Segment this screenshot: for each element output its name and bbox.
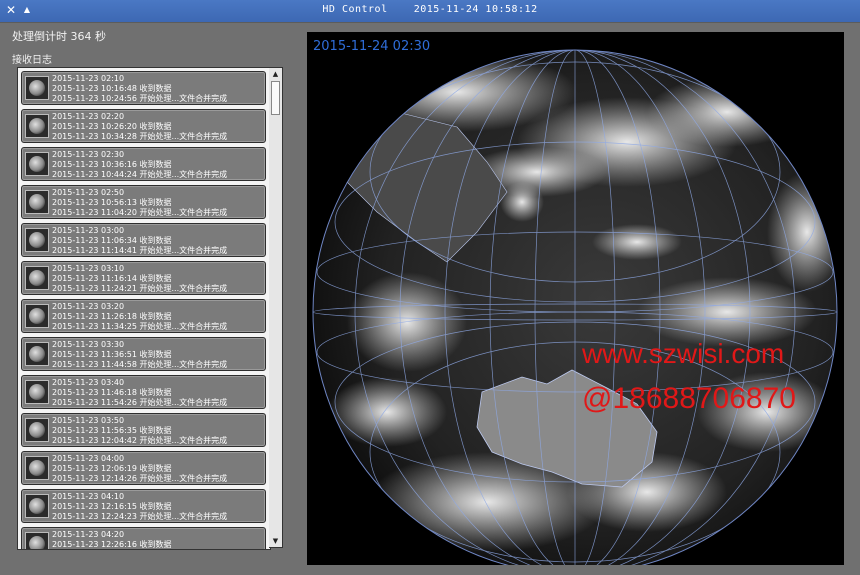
- satellite-thumbnail-icon: [25, 114, 49, 138]
- log-item-processed: 2015-11-23 11:04:20 开始处理...文件合并完成: [52, 208, 228, 217]
- scroll-thumb[interactable]: [271, 81, 280, 115]
- log-item-processed: 2015-11-23 10:44:24 开始处理...文件合并完成: [52, 170, 228, 179]
- image-timestamp: 2015-11-24 02:30: [313, 39, 431, 54]
- log-scrollbar[interactable]: ▲ ▼: [269, 67, 283, 548]
- processing-countdown: 处理倒计时 364 秒: [12, 30, 106, 43]
- window-title-area: HD Control 2015-11-24 10:58:12: [0, 4, 860, 15]
- scroll-up-arrow-icon[interactable]: ▲: [269, 68, 282, 80]
- log-item-processed: 2015-11-23 10:24:56 开始处理...文件合并完成: [52, 94, 228, 103]
- satellite-thumbnail-icon: [25, 190, 49, 214]
- title-bar: ✕ ▲ HD Control 2015-11-24 10:58:12: [0, 0, 860, 22]
- log-item-processed: 2015-11-23 11:14:41 开始处理...文件合并完成: [52, 246, 228, 255]
- log-list-item[interactable]: 2015-11-23 03:40 2015-11-23 11:46:18 收到数据…: [21, 375, 266, 409]
- watermark-url: www.szwisi.com: [582, 338, 785, 369]
- satellite-thumbnail-icon: [25, 342, 49, 366]
- log-item-processed: 2015-11-23 10:34:28 开始处理...文件合并完成: [52, 132, 228, 141]
- log-item-received: 2015-11-23 10:16:48 收到数据: [52, 84, 172, 93]
- log-item-processed: 2015-11-23 12:04:42 开始处理...文件合并完成: [52, 436, 228, 445]
- log-item-received: 2015-11-23 10:36:16 收到数据: [52, 160, 172, 169]
- log-list-item[interactable]: 2015-11-23 03:20 2015-11-23 11:26:18 收到数据…: [21, 299, 266, 333]
- log-item-processed: 2015-11-23 12:24:23 开始处理...文件合并完成: [52, 512, 228, 521]
- log-item-received: 2015-11-23 11:46:18 收到数据: [52, 388, 172, 397]
- receive-log-list[interactable]: 2015-11-23 02:10 2015-11-23 10:16:48 收到数据…: [17, 67, 271, 550]
- log-item-processed: 2015-11-23 12:14:26 开始处理...文件合并完成: [52, 474, 228, 483]
- log-item-time: 2015-11-23 04:20: [52, 530, 125, 539]
- log-item-received: 2015-11-23 11:56:35 收到数据: [52, 426, 172, 435]
- log-list-item[interactable]: 2015-11-23 02:30 2015-11-23 10:36:16 收到数据…: [21, 147, 266, 181]
- log-item-processed: 2015-11-23 11:24:21 开始处理...文件合并完成: [52, 284, 228, 293]
- watermark-phone: @18688706870: [582, 382, 796, 415]
- satellite-thumbnail-icon: [25, 532, 49, 549]
- log-item-received: 2015-11-23 12:16:15 收到数据: [52, 502, 172, 511]
- log-item-received: 2015-11-23 11:26:18 收到数据: [52, 312, 172, 321]
- log-item-processed: 2015-11-23 11:44:58 开始处理...文件合并完成: [52, 360, 228, 369]
- satellite-thumbnail-icon: [25, 380, 49, 404]
- log-item-time: 2015-11-23 02:30: [52, 150, 125, 159]
- log-item-time: 2015-11-23 03:10: [52, 264, 125, 273]
- log-item-time: 2015-11-23 02:50: [52, 188, 125, 197]
- satellite-thumbnail-icon: [25, 266, 49, 290]
- satellite-thumbnail-icon: [25, 228, 49, 252]
- log-list-item[interactable]: 2015-11-23 03:30 2015-11-23 11:36:51 收到数据…: [21, 337, 266, 371]
- log-item-time: 2015-11-23 03:40: [52, 378, 125, 387]
- window-clock: 2015-11-24 10:58:12: [413, 4, 538, 15]
- satellite-thumbnail-icon: [25, 152, 49, 176]
- log-item-time: 2015-11-23 03:30: [52, 340, 125, 349]
- log-list-item[interactable]: 2015-11-23 02:20 2015-11-23 10:26:20 收到数据…: [21, 109, 266, 143]
- receive-log-label: 接收日志: [12, 55, 52, 66]
- log-item-received: 2015-11-23 10:56:13 收到数据: [52, 198, 172, 207]
- log-item-time: 2015-11-23 04:00: [52, 454, 125, 463]
- log-item-processed: 2015-11-23 11:54:26 开始处理...文件合并完成: [52, 398, 228, 407]
- log-item-time: 2015-11-23 03:20: [52, 302, 125, 311]
- log-list-item[interactable]: 2015-11-23 04:10 2015-11-23 12:16:15 收到数据…: [21, 489, 266, 523]
- window-title: HD Control: [322, 4, 388, 15]
- log-item-time: 2015-11-23 02:10: [52, 74, 125, 83]
- log-list-item[interactable]: 2015-11-23 02:50 2015-11-23 10:56:13 收到数据…: [21, 185, 266, 219]
- log-item-processed: 2015-11-23 11:34:25 开始处理...文件合并完成: [52, 322, 228, 331]
- satellite-thumbnail-icon: [25, 304, 49, 328]
- log-item-received: 2015-11-23 11:16:14 收到数据: [52, 274, 172, 283]
- satellite-thumbnail-icon: [25, 76, 49, 100]
- log-list-item[interactable]: 2015-11-23 03:50 2015-11-23 11:56:35 收到数据…: [21, 413, 266, 447]
- satellite-thumbnail-icon: [25, 494, 49, 518]
- log-list-item[interactable]: 2015-11-23 02:10 2015-11-23 10:16:48 收到数据…: [21, 71, 266, 105]
- log-item-time: 2015-11-23 04:10: [52, 492, 125, 501]
- satellite-thumbnail-icon: [25, 418, 49, 442]
- log-list-item[interactable]: 2015-11-23 03:10 2015-11-23 11:16:14 收到数据…: [21, 261, 266, 295]
- log-item-time: 2015-11-23 02:20: [52, 112, 125, 121]
- log-item-received: 2015-11-23 11:36:51 收到数据: [52, 350, 172, 359]
- satellite-image-viewer[interactable]: 2015-11-24 02:30: [307, 32, 844, 565]
- log-list-item[interactable]: 2015-11-23 03:00 2015-11-23 11:06:34 收到数据…: [21, 223, 266, 257]
- earth-disk-image: [312, 49, 838, 565]
- log-item-received: 2015-11-23 12:26:16 收到数据: [52, 540, 172, 549]
- log-list-item[interactable]: 2015-11-23 04:00 2015-11-23 12:06:19 收到数据…: [21, 451, 266, 485]
- log-item-received: 2015-11-23 10:26:20 收到数据: [52, 122, 172, 131]
- log-item-received: 2015-11-23 12:06:19 收到数据: [52, 464, 172, 473]
- log-item-time: 2015-11-23 03:00: [52, 226, 125, 235]
- satellite-thumbnail-icon: [25, 456, 49, 480]
- log-list-item[interactable]: 2015-11-23 04:20 2015-11-23 12:26:16 收到数据…: [21, 527, 266, 549]
- log-item-received: 2015-11-23 11:06:34 收到数据: [52, 236, 172, 245]
- scroll-down-arrow-icon[interactable]: ▼: [269, 535, 282, 547]
- log-item-time: 2015-11-23 03:50: [52, 416, 125, 425]
